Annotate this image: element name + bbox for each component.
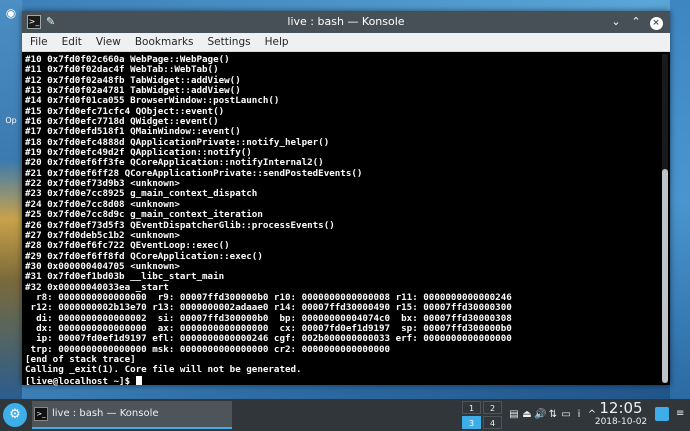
maximize-button[interactable]: ⌃ bbox=[628, 11, 644, 33]
show-desktop-icon[interactable] bbox=[655, 407, 669, 421]
notifications-icon[interactable]: i bbox=[573, 405, 585, 425]
terminal-line: #30 0x000000404705 <unknown> bbox=[25, 260, 180, 272]
terminal-line: di: 0000000000000002 si: 00007ffd300000b… bbox=[25, 312, 512, 324]
desktop-left-strip: ◉ Op bbox=[0, 0, 22, 399]
konsole-icon: >_ bbox=[34, 407, 48, 421]
menu-view[interactable]: View bbox=[89, 36, 128, 48]
window-title: live : bash — Konsole bbox=[287, 15, 405, 28]
virtual-desktop-pager: 1 2 3 4 bbox=[462, 401, 502, 429]
terminal-line: ip: 00007fd0ef1d9197 efl: 00000000000002… bbox=[25, 333, 512, 345]
pager-desktop-4[interactable]: 4 bbox=[483, 416, 502, 429]
system-tray: ▤ ⏏ 🔊 ⇅ ▭ i ^ bbox=[508, 405, 598, 425]
minimize-button[interactable]: ⌄ bbox=[608, 11, 624, 33]
close-icon: × bbox=[649, 17, 663, 30]
task-konsole[interactable]: >_ live : bash — Konsole bbox=[32, 401, 232, 429]
terminal-line: #17 0x7fd0efd518f1 QMainWindow::event() bbox=[25, 126, 241, 138]
terminal-line: #32 0x00000040033ea _start bbox=[25, 281, 169, 293]
konsole-window: >_ ✎ live : bash — Konsole ⌄ ⌃ × File Ed… bbox=[22, 11, 670, 387]
terminal-line: #28 0x7fd0ef6fc722 QEventLoop::exec() bbox=[25, 240, 230, 252]
shell-prompt: [live@localhost ~]$ bbox=[25, 375, 136, 387]
scrollbar-thumb[interactable] bbox=[662, 169, 668, 383]
terminal-line: r12: 0000000002b13e70 r13: 0000000002ada… bbox=[25, 302, 512, 314]
pager-desktop-1[interactable]: 1 bbox=[462, 401, 481, 414]
terminal-line: #14 0x7fd0f01ca055 BrowserWindow::postLa… bbox=[25, 95, 280, 107]
close-button[interactable]: × bbox=[648, 11, 664, 33]
terminal-line: #19 0x7fd0efc49d2f QApplication::notify(… bbox=[25, 147, 252, 159]
kde-launcher-icon[interactable]: ⚙ bbox=[3, 403, 27, 427]
desktop-icon-label: Op bbox=[5, 116, 17, 125]
title-bar[interactable]: >_ ✎ live : bash — Konsole ⌄ ⌃ × bbox=[22, 11, 670, 33]
menu-settings[interactable]: Settings bbox=[201, 36, 258, 48]
pager-desktop-3[interactable]: 3 bbox=[462, 416, 481, 429]
text-cursor bbox=[135, 375, 142, 385]
desktop-right-strip bbox=[670, 0, 690, 399]
clock-date: 2018-10-02 bbox=[594, 417, 648, 427]
task-label: live : bash — Konsole bbox=[52, 408, 159, 419]
terminal-line: r8: 0000000000000000 r9: 00007ffd300000b… bbox=[25, 291, 512, 303]
terminal-line: #25 0x7fd0e7cc8d9c g_main_context_iterat… bbox=[25, 209, 263, 221]
battery-icon[interactable]: ▭ bbox=[560, 405, 572, 425]
network-icon[interactable]: ⇅ bbox=[547, 405, 559, 425]
terminal-view[interactable]: #10 0x7fd0f02c660a WebPage::WebPage() #1… bbox=[22, 52, 670, 387]
menu-file[interactable]: File bbox=[22, 36, 55, 48]
clipboard-icon[interactable]: ▤ bbox=[508, 405, 520, 425]
terminal-line: #20 0x7fd0ef6ff3fe QCoreApplication::not… bbox=[25, 157, 324, 169]
terminal-line: #13 0x7fd0f02a4781 TabWidget::addView() bbox=[25, 85, 241, 97]
terminal-line: Calling _exit(1). Core file will not be … bbox=[25, 364, 302, 376]
terminal-output[interactable]: #10 0x7fd0f02c660a WebPage::WebPage() #1… bbox=[25, 55, 656, 387]
terminal-line: #18 0x7fd0efc4888d QApplicationPrivate::… bbox=[25, 136, 330, 148]
terminal-line: [end of stack trace] bbox=[25, 353, 136, 365]
terminal-line: #23 0x7fd0e7cc8925 g_main_context_dispat… bbox=[25, 188, 258, 200]
terminal-line: #22 0x7fd0ef73d9b3 <unknown> bbox=[25, 178, 180, 190]
scrollbar[interactable] bbox=[662, 54, 668, 383]
desktop-app-icon[interactable]: ◉ bbox=[0, 6, 22, 28]
terminal-line: #12 0x7fd0f02a48fb TabWidget::addView() bbox=[25, 74, 241, 86]
clock-time: 12:05 bbox=[599, 399, 643, 417]
terminal-line: #24 0x7fd0e7cc8d08 <unknown> bbox=[25, 198, 180, 210]
volume-icon[interactable]: 🔊 bbox=[534, 405, 546, 425]
terminal-line: #29 0x7fd0ef6ff8fd QCoreApplication::exe… bbox=[25, 250, 263, 262]
terminal-line: #15 0x7fd0efc71cfc4 QObject::event() bbox=[25, 105, 225, 117]
panel-menu-icon[interactable]: ≡ bbox=[676, 408, 684, 419]
terminal-line: #21 0x7fd0ef6ff28 QCoreApplicationPrivat… bbox=[25, 167, 363, 179]
terminal-line: trp: 0000000000000000 msk: 0000000000000… bbox=[25, 343, 391, 355]
terminal-line: #11 0x7fd0f02dac4f WebTab::WebTab() bbox=[25, 64, 219, 76]
taskbar-panel: ⚙ >_ live : bash — Konsole 1 2 3 4 ▤ ⏏ 🔊… bbox=[0, 399, 690, 431]
pager-desktop-2[interactable]: 2 bbox=[483, 401, 502, 414]
menu-help[interactable]: Help bbox=[258, 36, 296, 48]
terminal-line: #27 0x7fd0deb5c1b2 <unknown> bbox=[25, 229, 180, 241]
menu-bar: File Edit View Bookmarks Settings Help bbox=[22, 33, 670, 52]
digital-clock[interactable]: 12:05 2018-10-02 bbox=[590, 400, 652, 428]
terminal-line: #31 0x7fd0ef1bd03b __libc_start_main bbox=[25, 271, 225, 283]
terminal-line: #26 0x7fd0ef73d5f3 QEventDispatcherGlib:… bbox=[25, 219, 335, 231]
usb-icon[interactable]: ⏏ bbox=[521, 405, 533, 425]
terminal-line: dx: 0000000000000000 ax: 000000000000000… bbox=[25, 322, 512, 334]
menu-edit[interactable]: Edit bbox=[55, 36, 89, 48]
terminal-line: #16 0x7fd0efc7718d QWidget::event() bbox=[25, 116, 219, 128]
menu-bookmarks[interactable]: Bookmarks bbox=[128, 36, 201, 48]
